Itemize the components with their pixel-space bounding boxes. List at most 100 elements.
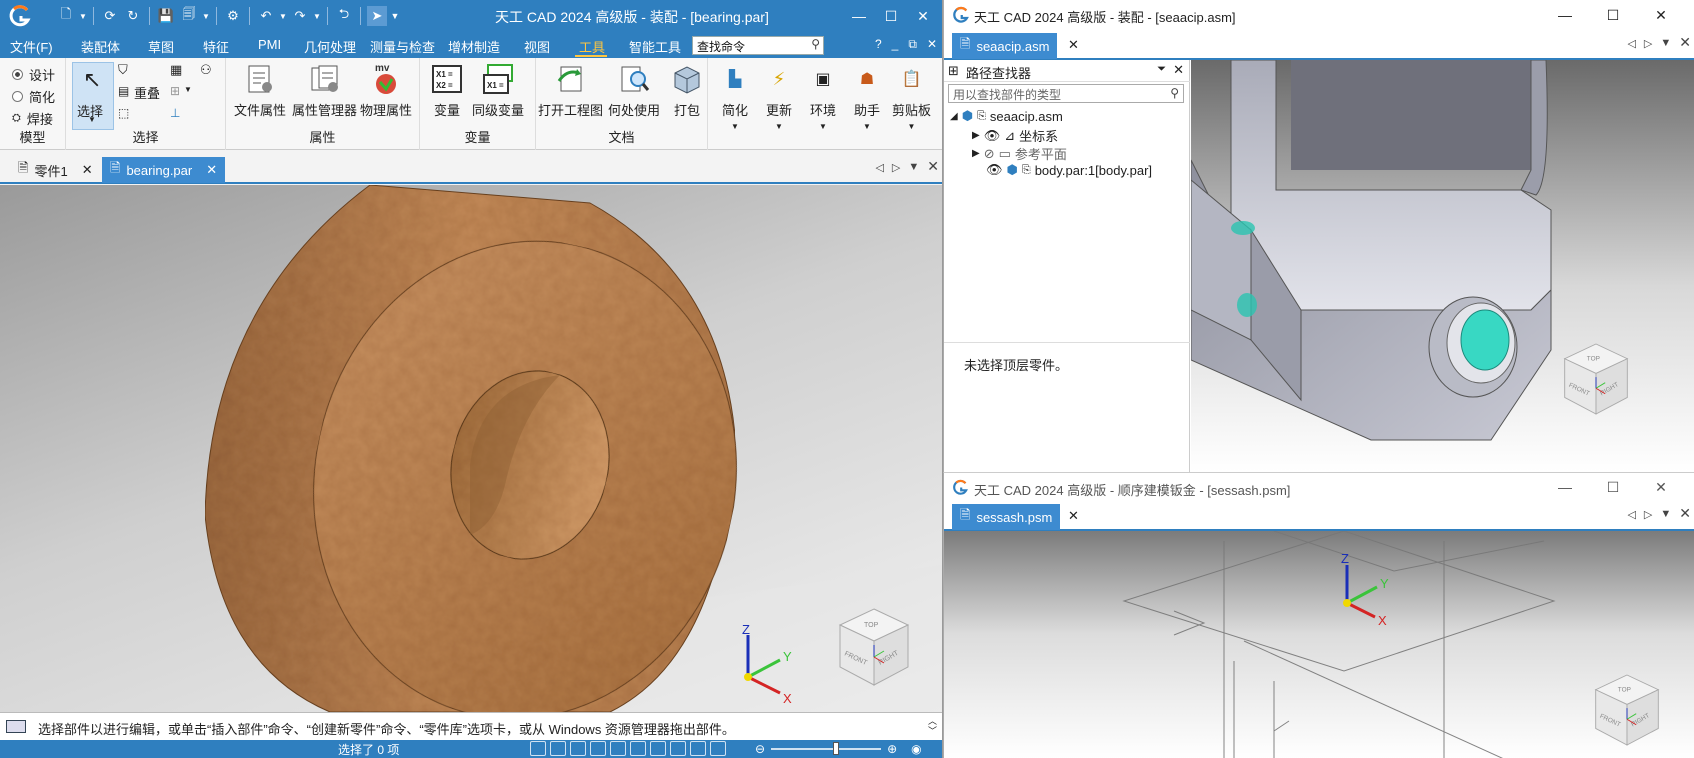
radio-weld[interactable]: ⛭ 焊接 [12, 109, 53, 128]
variables-button[interactable]: X1 = X2 = 变量 [430, 62, 464, 119]
overlap-button[interactable]: 重叠 [134, 83, 160, 102]
radio-design[interactable]: 设计 [12, 65, 55, 84]
tab-bearing[interactable]: 🗎 bearing.par ✕ [102, 157, 226, 183]
zoom-thumb[interactable] [833, 742, 840, 755]
refresh-icon[interactable]: ↻ [123, 6, 143, 26]
select-button[interactable]: ↖ 选择 ▼ [72, 62, 114, 130]
filter-icon[interactable]: ⛉ [118, 62, 134, 78]
overlap-icon[interactable]: ▤ [118, 84, 134, 100]
tree-item-ref-planes[interactable]: ▶ ⊘ ▭ 参考平面 [972, 144, 1067, 163]
view-cube[interactable]: TOP FRONT RIGHT [1561, 340, 1631, 418]
menu-sketch[interactable]: 草图 [148, 37, 174, 56]
dropdown-arrow-icon[interactable]: ▼ [79, 6, 87, 26]
menu-additive[interactable]: 增材制造 [448, 37, 500, 56]
update-button[interactable]: ⚡ 更新 ▼ [762, 62, 796, 132]
clipboard-button[interactable]: 📋 剪贴板 ▼ [892, 62, 931, 131]
help-icon[interactable]: ? [875, 37, 882, 52]
zoom-slider[interactable]: ⊖ ⊕ ◉ [755, 742, 922, 756]
customize-qat-icon[interactable]: ▼ [390, 6, 400, 26]
view-tool-icon[interactable] [710, 741, 726, 756]
menu-smart-tools[interactable]: 智能工具 [629, 37, 681, 56]
pathfinder-filter-input[interactable]: 用以查找部件的类型 ⚲ [948, 84, 1184, 103]
filter-icon[interactable]: ⏷ [1157, 63, 1166, 76]
menu-view[interactable]: 视图 [524, 37, 550, 56]
where-used-button[interactable]: 何处使用 [608, 62, 660, 119]
viewport-sheetmetal[interactable]: Z Y X TOP FRONT RIGHT [944, 531, 1694, 758]
viewport-bearing[interactable]: Z Y X TOP FRONT RIGHT [0, 185, 942, 712]
scroll-left-icon[interactable]: ◁ [1627, 37, 1635, 51]
zoom-area-icon[interactable] [570, 741, 586, 756]
prompt-scroll-icon[interactable]: ︿ ﹀ [928, 716, 937, 736]
tab-seaacip[interactable]: 🗎 seaacip.asm [952, 33, 1058, 59]
close-tab-icon[interactable]: ✕ [206, 162, 217, 178]
close-icon[interactable]: ✕ [1679, 34, 1691, 51]
view-cube[interactable]: TOP FRONT RIGHT [836, 605, 912, 689]
hidden-icon[interactable]: ⊘ [984, 146, 995, 162]
close-tab-icon[interactable]: ✕ [1068, 508, 1079, 524]
pack-button[interactable]: 打包 [670, 62, 704, 119]
dropdown-arrow-icon[interactable]: ▼ [202, 6, 210, 26]
close-icon[interactable]: ✕ [907, 0, 939, 32]
minimize-icon[interactable]: — [1541, 473, 1589, 501]
maximize-icon[interactable]: ☐ [875, 0, 907, 32]
tree-item-coordinates[interactable]: ▶ 👁 ⊿ 坐标系 [972, 126, 1058, 145]
dropdown-arrow-icon[interactable]: ▼ [184, 85, 192, 94]
select-parts-icon[interactable]: ▦ [170, 62, 186, 78]
new-file-icon[interactable]: 🗋 [56, 6, 76, 26]
scroll-right-icon[interactable]: ▷ [892, 161, 900, 175]
simplify-button[interactable]: ▙ 简化 ▼ [718, 62, 752, 131]
maximize-icon[interactable]: ☐ [1589, 473, 1637, 501]
tab-list-icon[interactable]: ▼ [1660, 37, 1671, 51]
close-icon[interactable]: ✕ [1679, 505, 1691, 522]
close-tab-icon[interactable]: ✕ [1068, 37, 1079, 53]
cursor-icon[interactable]: ➤ [367, 6, 387, 26]
select-tool-icon[interactable]: ⬚ [118, 106, 134, 122]
menu-feature[interactable]: 特征 [203, 37, 229, 56]
menu-assembly[interactable]: 装配体 [81, 37, 120, 56]
tab-part1[interactable]: 🗎 零件1 ✕ [10, 157, 101, 183]
file-properties-button[interactable]: 文件属性 [234, 62, 286, 119]
close-icon[interactable]: ✕ [927, 158, 939, 175]
physical-properties-button[interactable]: mv 物理属性 [360, 62, 412, 119]
search-icon[interactable]: ⚲ [811, 37, 820, 51]
maximize-icon[interactable]: ☐ [1589, 0, 1637, 30]
rotate-icon[interactable] [630, 741, 646, 756]
close-icon[interactable]: ✕ [1637, 0, 1685, 30]
render-icon[interactable] [690, 741, 706, 756]
scroll-right-icon[interactable]: ▷ [1644, 508, 1652, 522]
view-tool-icon[interactable] [670, 741, 686, 756]
undo-icon[interactable]: ↶ [256, 6, 276, 26]
save-all-icon[interactable]: 🗐 [179, 6, 199, 26]
select-level-icon[interactable]: ⊥ [170, 106, 186, 122]
peer-variables-button[interactable]: X1 = 同级变量 [472, 62, 524, 119]
visible-icon[interactable]: 👁 [986, 162, 1003, 178]
menu-measure[interactable]: 测量与检查 [370, 37, 435, 56]
open-icon[interactable]: ⟳ [100, 6, 120, 26]
visible-icon[interactable]: 👁 [984, 128, 1001, 144]
scroll-right-icon[interactable]: ▷ [1644, 37, 1652, 51]
close-icon[interactable]: ✕ [1637, 473, 1685, 501]
zoom-out-icon[interactable]: ⊖ [755, 742, 765, 756]
dropdown-arrow-icon[interactable]: ▼ [313, 6, 321, 26]
ribbon-minimize-icon[interactable]: _ [892, 37, 899, 52]
keyboard-icon[interactable] [6, 720, 26, 733]
property-manager-button[interactable]: 属性管理器 [292, 62, 357, 119]
view-tool-icon[interactable] [650, 741, 666, 756]
assistant-button[interactable]: ☗ 助手 ▼ [850, 62, 884, 131]
view-tool-icon[interactable] [530, 741, 546, 756]
collapse-icon[interactable]: ▶ [972, 148, 980, 159]
menu-tools[interactable]: 工具 [579, 37, 605, 56]
zoom-in-icon[interactable]: ⊕ [887, 742, 897, 756]
viewport-assembly[interactable]: TOP FRONT RIGHT [1191, 60, 1694, 472]
view-tool-icon[interactable] [550, 741, 566, 756]
menu-geometry[interactable]: 几何处理 [304, 37, 356, 56]
redo-icon[interactable]: ↷ [290, 6, 310, 26]
radio-simplify[interactable]: 简化 [12, 87, 55, 106]
tree-root[interactable]: ◢ ⬢ ⎘ seaacip.asm [950, 108, 1063, 124]
command-search-input[interactable]: 查找命令 ⚲ [692, 36, 824, 55]
dropdown-arrow-icon[interactable]: ▼ [279, 6, 287, 26]
minimize-icon[interactable]: — [1541, 0, 1589, 30]
tab-sessash[interactable]: 🗎 sessash.psm [952, 504, 1061, 530]
tree-item-body[interactable]: 👁 ⬢ ⎘ body.par:1[body.par] [986, 162, 1152, 178]
open-drawing-button[interactable]: 打开工程图 [538, 62, 603, 119]
